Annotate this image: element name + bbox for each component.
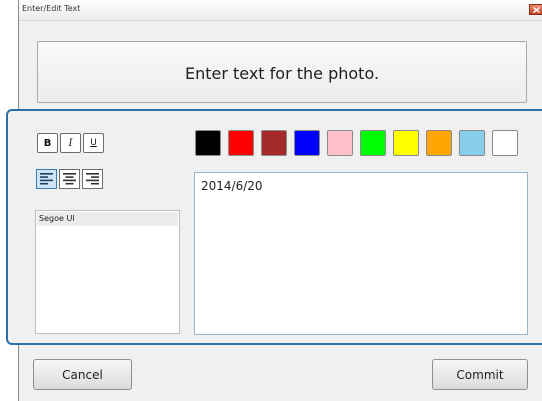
underline-button[interactable]: U: [83, 133, 104, 153]
color-swatch-light-blue[interactable]: [459, 130, 485, 156]
align-center-button[interactable]: [59, 169, 80, 189]
color-swatch-brown[interactable]: [261, 130, 287, 156]
instruction-banner: Enter text for the photo.: [37, 41, 527, 103]
close-button[interactable]: [529, 4, 542, 15]
close-icon: [533, 7, 540, 13]
align-left-button[interactable]: [36, 169, 57, 189]
commit-button[interactable]: Commit: [432, 359, 528, 390]
bold-button[interactable]: B: [37, 133, 58, 153]
cancel-button[interactable]: Cancel: [33, 359, 132, 390]
color-swatch-orange[interactable]: [426, 130, 452, 156]
align-left-icon: [40, 173, 53, 185]
window-title: Enter/Edit Text: [22, 4, 81, 13]
align-right-button[interactable]: [82, 169, 103, 189]
color-swatch-white[interactable]: [492, 130, 518, 156]
color-swatch-yellow[interactable]: [393, 130, 419, 156]
color-swatch-green[interactable]: [360, 130, 386, 156]
color-swatch-pink[interactable]: [327, 130, 353, 156]
color-swatch-black[interactable]: [195, 130, 221, 156]
color-swatch-red[interactable]: [228, 130, 254, 156]
align-center-icon: [63, 173, 76, 185]
color-swatch-blue[interactable]: [294, 130, 320, 156]
title-bar: Enter/Edit Text: [19, 0, 542, 21]
italic-button[interactable]: I: [60, 133, 81, 153]
text-input[interactable]: 2014/6/20: [194, 172, 528, 335]
align-right-icon: [86, 173, 99, 185]
font-list-item[interactable]: Segoe UI: [37, 212, 178, 226]
font-list[interactable]: Segoe UI: [35, 210, 180, 334]
instruction-text: Enter text for the photo.: [184, 64, 380, 83]
